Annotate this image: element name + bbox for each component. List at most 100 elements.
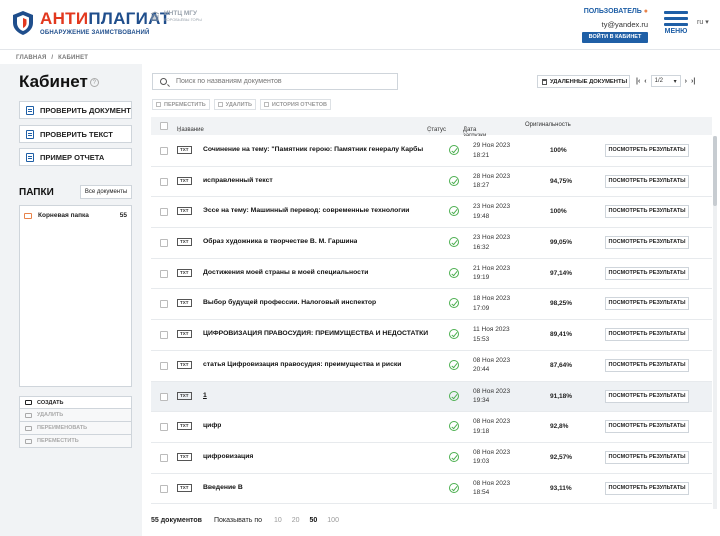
help-icon[interactable]: ? (89, 78, 99, 88)
first-page-icon[interactable]: |‹ (636, 78, 640, 85)
document-title[interactable]: статья Цифровизация правосудия: преимуще… (203, 361, 401, 368)
check-document-button[interactable]: ПРОВЕРИТЬ ДОКУМЕНТ (19, 101, 132, 119)
document-title[interactable]: Введение В (203, 484, 243, 491)
view-results-button[interactable]: ПОСМОТРЕТЬ РЕЗУЛЬТАТЫ (605, 450, 689, 464)
row-checkbox[interactable] (160, 147, 168, 155)
breadcrumb-home[interactable]: ГЛАВНАЯ (16, 55, 47, 61)
table-row[interactable]: TXT цифровизация 08 Ноя 2023 19:03 92,57% ПОС… (151, 442, 712, 474)
table-row[interactable]: TXT Эссе на тему: Машинный перевод: совре… (151, 197, 712, 229)
view-results-button[interactable]: ПОСМОТРЕТЬ РЕЗУЛЬТАТЫ (605, 205, 689, 219)
login-cabinet-button[interactable]: ВОЙТИ В КАБИНЕТ (582, 32, 648, 43)
check-text-button[interactable]: ПРОВЕРИТЬ ТЕКСТ (19, 125, 132, 143)
view-results-button[interactable]: ПОСМОТРЕТЬ РЕЗУЛЬТАТЫ (605, 328, 689, 342)
document-title[interactable]: Достижения моей страны в моей специально… (203, 269, 368, 276)
text-icon (26, 129, 34, 139)
row-checkbox[interactable] (160, 300, 168, 309)
row-checkbox[interactable] (160, 239, 168, 248)
view-results-button[interactable]: ПОСМОТРЕТЬ РЕЗУЛЬТАТЫ (605, 266, 689, 280)
rename-folder-button[interactable]: ПЕРЕИМЕНОВАТЬ (19, 422, 132, 435)
menu-button[interactable]: МЕНЮ (664, 11, 688, 35)
document-title[interactable]: цифровизация (203, 453, 253, 460)
row-checkbox[interactable] (160, 177, 168, 186)
document-title[interactable]: исправленный текст (203, 177, 273, 184)
folder-item-root[interactable]: Корневая папка 55 (20, 209, 131, 222)
upload-date: 21 Ноя 2023 19:19 (473, 264, 511, 282)
next-page-icon[interactable]: › (685, 78, 687, 85)
per-page-20[interactable]: 20 (292, 517, 300, 524)
table-row[interactable]: TXT ЦИФРОВИЗАЦИЯ ПРАВОСУДИЯ: ПРЕИМУЩЕСТВА… (151, 320, 712, 351)
table-footer: 55 документов Показывать по 10 20 50 100 (151, 517, 339, 524)
table-row[interactable]: TXT цифр 08 Ноя 2023 19:18 92,8% ПОСМОТРЕТЬ Р… (151, 412, 712, 443)
move-folder-button[interactable]: ПЕРЕМЕСТИТЬ (19, 435, 132, 448)
delete-button[interactable]: УДАЛИТЬ (213, 99, 256, 110)
scrollbar[interactable] (713, 136, 717, 509)
check-circle-icon (449, 451, 459, 462)
language-select[interactable]: ru ▾ (697, 18, 709, 26)
document-title[interactable]: Сочинение на тему: "Памятник герою: Памя… (203, 146, 423, 153)
per-page-10[interactable]: 10 (274, 517, 282, 524)
search-input[interactable] (176, 78, 376, 85)
per-page-50[interactable]: 50 (310, 517, 318, 524)
page-select[interactable]: 1/2 ▾ (650, 75, 681, 87)
originality-value: 99,05% (550, 239, 573, 247)
view-results-button[interactable]: ПОСМОТРЕТЬ РЕЗУЛЬТАТЫ (605, 358, 689, 372)
prev-page-icon[interactable]: ‹ (644, 78, 646, 85)
table-row[interactable]: TXT исправленный текст 28 Ноя 2023 18:27 94,… (151, 166, 712, 198)
sample-report-button[interactable]: ПРИМЕР ОТЧЕТА (19, 148, 132, 166)
view-results-button[interactable]: ПОСМОТРЕТЬ РЕЗУЛЬТАТЫ (605, 420, 689, 434)
delete-folder-button[interactable]: УДАЛИТЬ (19, 409, 132, 422)
deleted-documents-button[interactable]: УДАЛЕННЫЕ ДОКУМЕНТЫ (537, 75, 630, 88)
table-row[interactable]: TXT Сочинение на тему: "Памятник герою: П… (151, 136, 712, 167)
column-originality[interactable]: Оригинальность (525, 122, 571, 128)
row-checkbox[interactable] (160, 453, 168, 462)
report-history-button[interactable]: ИСТОРИЯ ОТЧЕТОВ (259, 99, 331, 110)
view-results-button[interactable]: ПОСМОТРЕТЬ РЕЗУЛЬТАТЫ (605, 389, 689, 403)
row-checkbox[interactable] (160, 269, 168, 278)
document-title[interactable]: ЦИФРОВИЗАЦИЯ ПРАВОСУДИЯ: ПРЕИМУЩЕСТВА И … (203, 330, 428, 337)
move-button[interactable]: ПЕРЕМЕСТИТЬ (152, 99, 210, 110)
header: АНТИПЛАГИАТ ОБНАРУЖЕНИЕ ЗАИМСТВОВАНИЙ ИН… (0, 0, 720, 50)
folder-remove-icon (25, 412, 32, 418)
originality-value: 100% (550, 208, 567, 216)
logo[interactable]: АНТИПЛАГИАТ ОБНАРУЖЕНИЕ ЗАИМСТВОВАНИЙ (12, 9, 171, 36)
view-results-button[interactable]: ПОСМОТРЕТЬ РЕЗУЛЬТАТЫ (605, 297, 689, 311)
view-results-button[interactable]: ПОСМОТРЕТЬ РЕЗУЛЬТАТЫ (605, 236, 689, 250)
row-checkbox[interactable] (160, 423, 168, 432)
originality-value: 92,8% (550, 423, 569, 431)
document-count: 55 документов (151, 517, 202, 524)
originality-value: 93,11% (550, 484, 572, 492)
table-row[interactable]: TXT Выбор будущей профессии. Налоговый ин… (151, 289, 712, 321)
document-title[interactable]: Образ художника в творчестве В. М. Гарши… (203, 238, 357, 245)
per-page-options: 10 20 50 100 (274, 517, 339, 524)
row-checkbox[interactable] (160, 392, 168, 401)
table-row[interactable]: TXT Достижения моей страны в моей специал… (151, 258, 712, 290)
view-results-button[interactable]: ПОСМОТРЕТЬ РЕЗУЛЬТАТЫ (605, 481, 689, 495)
search-icon[interactable] (160, 78, 167, 85)
view-results-button[interactable]: ПОСМОТРЕТЬ РЕЗУЛЬТАТЫ (605, 144, 689, 157)
table-row[interactable]: TXT Образ художника в творчестве В. М. Га… (151, 228, 712, 259)
table-row[interactable]: TXT Введение В 08 Ноя 2023 18:54 93,11% ПОСМО… (151, 473, 712, 505)
document-title[interactable]: Эссе на тему: Машинный перевод: современ… (203, 207, 409, 214)
document-title[interactable]: Выбор будущей профессии. Налоговый инспе… (203, 299, 376, 306)
per-page-100[interactable]: 100 (327, 517, 339, 524)
create-folder-button[interactable]: СОЗДАТЬ (19, 396, 132, 409)
check-circle-icon (449, 145, 459, 155)
table-row[interactable]: TXT статья Цифровизация правосудия: преим… (151, 350, 712, 382)
document-title[interactable]: цифр (203, 422, 221, 429)
file-type-badge: TXT (177, 238, 192, 247)
file-type-badge: TXT (177, 207, 192, 216)
table-row[interactable]: TXT 1 08 Ноя 2023 19:34 91,18% ПОСМОТРЕТЬ РЕЗ… (151, 381, 712, 413)
last-page-icon[interactable]: ›| (691, 78, 695, 85)
document-title[interactable]: 1 (203, 392, 207, 399)
row-checkbox[interactable] (160, 208, 168, 217)
row-checkbox[interactable] (160, 361, 168, 370)
check-circle-icon (449, 329, 459, 340)
trash-icon (217, 102, 223, 107)
select-all-checkbox[interactable] (160, 122, 168, 130)
row-checkbox[interactable] (160, 331, 168, 340)
all-documents-button[interactable]: Все документы (80, 185, 132, 199)
partner-logo: ИНТЦ МГУ ВОРОБЬЁВЫ ГОРЫ (150, 10, 202, 22)
row-checkbox[interactable] (160, 484, 168, 493)
scrollbar-thumb[interactable] (713, 136, 717, 206)
view-results-button[interactable]: ПОСМОТРЕТЬ РЕЗУЛЬТАТЫ (605, 174, 689, 188)
